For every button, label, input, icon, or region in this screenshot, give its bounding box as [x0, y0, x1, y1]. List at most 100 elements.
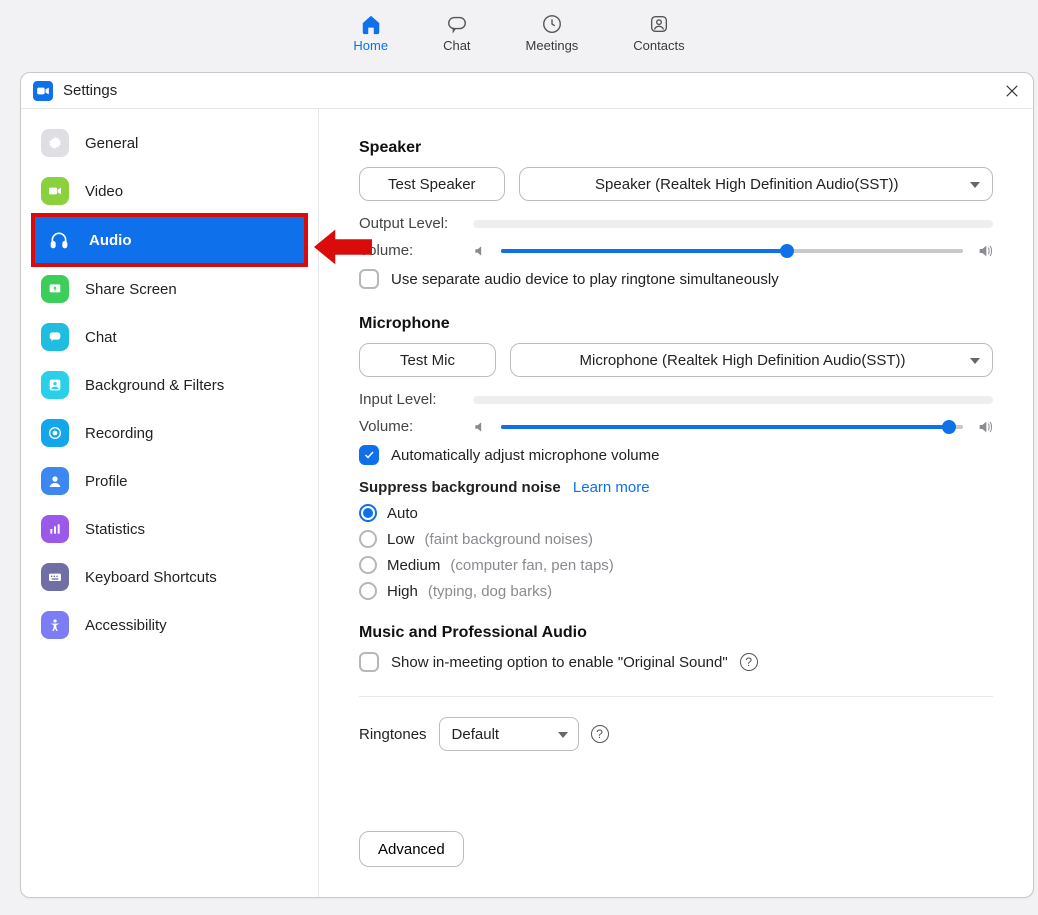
highlight-arrow-icon [314, 229, 372, 265]
ringtone-select[interactable]: Default [439, 717, 579, 751]
sidebar-item-profile[interactable]: Profile [21, 457, 318, 505]
original-sound-label: Show in-meeting option to enable "Origin… [391, 654, 728, 671]
topnav-label: Home [353, 38, 388, 53]
output-level-label: Output Level: [359, 215, 459, 232]
accessibility-icon [41, 611, 69, 639]
headphones-icon [45, 226, 73, 254]
zoom-app-icon [33, 81, 53, 101]
suppress-option-low[interactable]: Low (faint background noises) [359, 530, 993, 548]
separate-ringtone-device-checkbox[interactable] [359, 269, 379, 289]
truncated-content-row: . [359, 771, 993, 791]
test-speaker-button[interactable]: Test Speaker [359, 167, 505, 201]
stats-icon [41, 515, 69, 543]
mic-volume-slider[interactable] [501, 425, 963, 429]
settings-sidebar: General Video Audio Share Screen [21, 109, 319, 897]
volume-low-icon [473, 420, 487, 434]
mic-device-select[interactable]: Microphone (Realtek High Definition Audi… [510, 343, 993, 377]
auto-adjust-mic-label: Automatically adjust microphone volume [391, 447, 659, 464]
speaker-volume-slider[interactable] [501, 249, 963, 253]
music-audio-heading: Music and Professional Audio [359, 624, 993, 642]
topnav-label: Chat [443, 38, 470, 53]
chat-icon [41, 323, 69, 351]
suppress-option-high[interactable]: High (typing, dog barks) [359, 582, 993, 600]
sidebar-item-share-screen[interactable]: Share Screen [21, 265, 318, 313]
radio-indicator [359, 530, 377, 548]
sidebar-item-label: Chat [85, 329, 117, 346]
learn-more-link[interactable]: Learn more [573, 479, 650, 496]
radio-indicator [359, 556, 377, 574]
topnav-contacts[interactable]: Contacts [633, 13, 684, 53]
sidebar-item-recording[interactable]: Recording [21, 409, 318, 457]
audio-settings-panel[interactable]: Speaker Test Speaker Speaker (Realtek Hi… [319, 109, 1033, 897]
radio-label: High [387, 583, 418, 600]
volume-high-icon [977, 419, 993, 435]
speaker-volume-label: Volume: [359, 242, 459, 259]
window-title: Settings [63, 82, 117, 99]
topnav-meetings[interactable]: Meetings [526, 13, 579, 53]
output-level-meter [473, 220, 993, 228]
sidebar-item-label: Profile [85, 473, 128, 490]
sidebar-item-label: Background & Filters [85, 377, 224, 394]
sidebar-item-label: Keyboard Shortcuts [85, 569, 217, 586]
ringtones-label: Ringtones [359, 726, 427, 743]
radio-indicator [359, 582, 377, 600]
advanced-button[interactable]: Advanced [359, 831, 464, 867]
sidebar-item-label: General [85, 135, 138, 152]
radio-label: Auto [387, 505, 418, 522]
microphone-heading: Microphone [359, 315, 993, 333]
sidebar-item-keyboard-shortcuts[interactable]: Keyboard Shortcuts [21, 553, 318, 601]
gear-icon [41, 129, 69, 157]
radio-label: Medium [387, 557, 440, 574]
radio-label: Low [387, 531, 415, 548]
help-icon[interactable]: ? [591, 725, 609, 743]
keyboard-icon [41, 563, 69, 591]
suppress-noise-radio-group: Auto Low (faint background noises) Mediu… [359, 504, 993, 600]
sidebar-item-chat[interactable]: Chat [21, 313, 318, 361]
sidebar-item-label: Recording [85, 425, 153, 442]
original-sound-checkbox[interactable] [359, 652, 379, 672]
auto-adjust-mic-checkbox[interactable] [359, 445, 379, 465]
separate-ringtone-device-label: Use separate audio device to play ringto… [391, 271, 779, 288]
sidebar-item-label: Video [85, 183, 123, 200]
speaker-device-selected: Speaker (Realtek High Definition Audio(S… [595, 176, 898, 193]
topnav-chat[interactable]: Chat [443, 13, 470, 53]
sidebar-item-general[interactable]: General [21, 119, 318, 167]
chat-bubble-icon [446, 13, 468, 35]
contacts-icon [648, 13, 670, 35]
top-nav: Home Chat Meetings Contacts [0, 0, 1038, 65]
ringtone-selected: Default [452, 726, 500, 743]
suppress-option-medium[interactable]: Medium (computer fan, pen taps) [359, 556, 993, 574]
sidebar-item-label: Accessibility [85, 617, 167, 634]
clock-icon [541, 13, 563, 35]
record-icon [41, 419, 69, 447]
sidebar-item-audio[interactable]: Audio [31, 213, 308, 267]
sidebar-item-statistics[interactable]: Statistics [21, 505, 318, 553]
sidebar-item-accessibility[interactable]: Accessibility [21, 601, 318, 649]
volume-low-icon [473, 244, 487, 258]
sidebar-item-background-filters[interactable]: Background & Filters [21, 361, 318, 409]
help-icon[interactable]: ? [740, 653, 758, 671]
video-icon [41, 177, 69, 205]
radio-hint: (computer fan, pen taps) [450, 557, 613, 574]
home-icon [360, 13, 382, 35]
speaker-heading: Speaker [359, 139, 993, 157]
profile-icon [41, 467, 69, 495]
topnav-label: Contacts [633, 38, 684, 53]
close-icon[interactable] [1003, 82, 1021, 100]
radio-hint: (faint background noises) [425, 531, 593, 548]
window-header: Settings [21, 73, 1033, 109]
radio-indicator [359, 504, 377, 522]
input-level-label: Input Level: [359, 391, 459, 408]
suppress-noise-heading: Suppress background noise [359, 479, 561, 496]
background-icon [41, 371, 69, 399]
suppress-option-auto[interactable]: Auto [359, 504, 993, 522]
topnav-label: Meetings [526, 38, 579, 53]
topnav-home[interactable]: Home [353, 13, 388, 53]
sidebar-item-video[interactable]: Video [21, 167, 318, 215]
test-mic-button[interactable]: Test Mic [359, 343, 496, 377]
mic-device-selected: Microphone (Realtek High Definition Audi… [580, 352, 906, 369]
sidebar-item-label: Statistics [85, 521, 145, 538]
speaker-device-select[interactable]: Speaker (Realtek High Definition Audio(S… [519, 167, 993, 201]
radio-hint: (typing, dog barks) [428, 583, 552, 600]
screen-share-icon [41, 275, 69, 303]
